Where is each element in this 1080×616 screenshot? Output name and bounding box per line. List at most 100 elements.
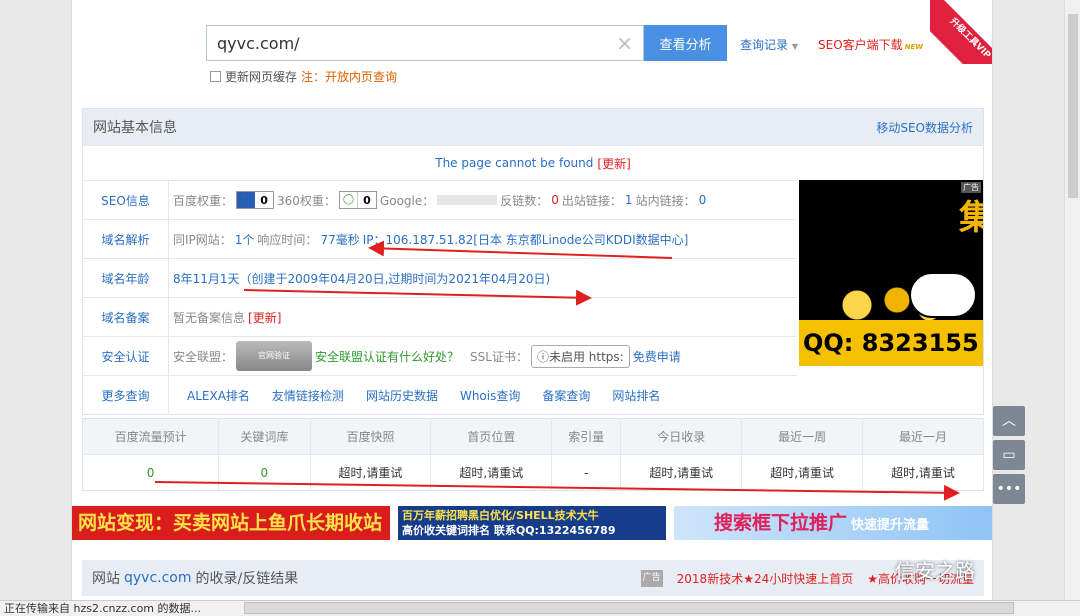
baidu-rank-badge[interactable]: 🐾 0 bbox=[236, 191, 275, 209]
domain-age-value: 8年11月1天（创建于2009年04月20日,过期时间为2021年04月20日) bbox=[173, 271, 551, 286]
more-icon[interactable]: ••• bbox=[993, 474, 1025, 504]
cache-label: 更新网页缓存 bbox=[225, 70, 298, 84]
info-rows: SEO信息 百度权重： 🐾 0 360权重： ◯ 0 Google： 反链数： 0 … bbox=[83, 180, 983, 414]
icp-refresh-link[interactable]: [更新] bbox=[248, 309, 281, 326]
dns-row: 域名解析 同IP网站： 1个 响应时间： 77毫秒 IP：106.187.51.… bbox=[83, 219, 797, 258]
horizontal-scrollbar[interactable] bbox=[244, 602, 1014, 614]
baidu-weight-label: 百度权重： bbox=[173, 193, 234, 208]
analyze-button[interactable]: 查看分析 bbox=[644, 25, 727, 61]
w360-label: 360权重： bbox=[277, 193, 336, 208]
history-link[interactable]: 查询记录 ▼ bbox=[740, 36, 798, 53]
alliance-question-link[interactable]: 安全联盟认证有什么好处？ bbox=[315, 348, 459, 365]
ad-qq: QQ: 8323155 bbox=[799, 320, 983, 366]
stats-value: 超时,请重试 bbox=[862, 454, 984, 491]
inlinks-label: 站内链接： bbox=[635, 193, 696, 208]
stats-header: 百度流量预计 bbox=[82, 418, 220, 455]
seo-info-label[interactable]: SEO信息 bbox=[83, 181, 169, 219]
shield-badge[interactable]: 官网验证 bbox=[236, 341, 313, 371]
ssl-apply-link[interactable]: 免费申请 bbox=[633, 348, 681, 365]
history-label: 查询记录 bbox=[740, 38, 789, 52]
security-values: 安全联盟： 官网验证 安全联盟认证有什么好处？ SSL证书： ⓘ未启用 http… bbox=[169, 341, 681, 371]
w360-rank-value: 0 bbox=[363, 193, 371, 207]
vip-ribbon[interactable]: 升级工具VIP bbox=[930, 0, 992, 64]
backlinks-value[interactable]: 0 bbox=[551, 193, 559, 207]
security-label[interactable]: 安全认证 bbox=[83, 337, 169, 375]
refresh-link[interactable]: [更新] bbox=[597, 155, 630, 172]
vip-label: 升级工具VIP bbox=[930, 0, 992, 64]
client-label: SEO客户端下载 bbox=[818, 38, 903, 52]
search-input[interactable] bbox=[207, 26, 607, 60]
results-prefix: 网站 bbox=[92, 571, 120, 587]
banner-ad-2[interactable]: 百万年薪招聘黑白优化/SHELL技术大牛 高价收关键词排名 联系QQ:13224… bbox=[398, 506, 666, 540]
results-suffix: 的收录/反链结果 bbox=[195, 571, 299, 587]
alliance-label: 安全联盟： bbox=[173, 349, 234, 364]
banner-ad-1[interactable]: 网站变现：买卖网站上鱼爪长期收站 bbox=[72, 506, 390, 540]
stats-header-row: 百度流量预计 关键词库 百度快照 首页位置 索引量 今日收录 最近一周 最近一月 bbox=[82, 418, 984, 455]
icp-query-link[interactable]: 备案查询 bbox=[542, 387, 590, 404]
alexa-link[interactable]: ALEXA排名 bbox=[187, 387, 250, 404]
chevron-down-icon: ▼ bbox=[791, 42, 798, 51]
results-domain-link[interactable]: qyvc.com bbox=[124, 570, 192, 586]
ssl-label: SSL证书： bbox=[470, 349, 528, 364]
same-ip-label: 同IP网站： bbox=[173, 232, 232, 247]
stats-header: 索引量 bbox=[551, 418, 622, 455]
banner-ad-3-title: 搜索框下拉推广 bbox=[714, 512, 848, 534]
stats-value[interactable]: 0 bbox=[82, 454, 220, 491]
more-queries-links: ALEXA排名 友情链接检测 网站历史数据 Whois查询 备案查询 网站排名 bbox=[169, 387, 660, 404]
same-ip-value[interactable]: 1个 bbox=[235, 231, 255, 248]
cache-checkbox[interactable] bbox=[210, 71, 221, 82]
seo-client-download-link[interactable]: SEO客户端下载 NEW bbox=[818, 36, 923, 53]
domain-age-label[interactable]: 域名年龄 bbox=[83, 259, 169, 297]
banner-ad-2-line1: 百万年薪招聘黑白优化/SHELL技术大牛 bbox=[402, 509, 599, 522]
search-box[interactable]: × bbox=[206, 25, 644, 61]
baidu-rank-value: 0 bbox=[260, 193, 268, 207]
ip-value[interactable]: IP：106.187.51.82[日本 东京都Linode公司KDDI数据中心] bbox=[363, 231, 689, 248]
whois-link[interactable]: Whois查询 bbox=[460, 387, 520, 404]
stats-header: 首页位置 bbox=[430, 418, 553, 455]
vertical-scrollbar[interactable] bbox=[1064, 0, 1080, 600]
stats-header: 最近一月 bbox=[862, 418, 984, 455]
backlinks-label: 反链数： bbox=[500, 193, 549, 208]
cache-row: 更新网页缓存 注：开放内页查询 bbox=[210, 68, 397, 85]
status-text: 正在传输来自 hzs2.cnzz.com 的数据... bbox=[4, 602, 202, 615]
chevron-up-icon[interactable]: ︿ bbox=[993, 406, 1025, 436]
stats-value: 超时,请重试 bbox=[310, 454, 432, 491]
banner-ad-2-line2: 高价收关键词排名 联系QQ:1322456789 bbox=[402, 524, 616, 537]
ad-tag: 广告 bbox=[640, 569, 663, 587]
stats-value: - bbox=[551, 454, 622, 491]
dns-label[interactable]: 域名解析 bbox=[83, 220, 169, 258]
text-ad-1[interactable]: 2018新技术★24小时快速上首页 bbox=[677, 570, 854, 587]
mobile-seo-link[interactable]: 移动SEO数据分析 bbox=[876, 119, 973, 136]
inlinks-value[interactable]: 0 bbox=[699, 193, 707, 207]
circle-icon: ◯ bbox=[339, 192, 358, 208]
w360-rank-badge[interactable]: ◯ 0 bbox=[338, 191, 377, 209]
right-ad[interactable]: 广告 集 QQ: 8323155 bbox=[799, 180, 983, 366]
watermark: 信安之路 bbox=[895, 559, 975, 583]
banner-ad-3-sub: 快速提升流量 bbox=[851, 518, 930, 533]
scroll-thumb[interactable] bbox=[1068, 14, 1078, 198]
site-rank-link[interactable]: 网站排名 bbox=[612, 387, 660, 404]
google-label: Google： bbox=[379, 193, 435, 208]
icp-value: 暂无备案信息 bbox=[173, 310, 246, 325]
stats-value: 超时,请重试 bbox=[741, 454, 864, 491]
results-header: 网站 qyvc.com 的收录/反链结果 广告 2018新技术★24小时快速上首… bbox=[82, 560, 984, 596]
icp-label[interactable]: 域名备案 bbox=[83, 298, 169, 336]
security-row: 安全认证 安全联盟： 官网验证 安全联盟认证有什么好处？ SSL证书： ⓘ未启用… bbox=[83, 336, 797, 375]
basic-info-panel: 网站基本信息 移动SEO数据分析 The page cannot be foun… bbox=[82, 108, 984, 415]
banner-ad-3[interactable]: 搜索框下拉推广 快速提升流量 bbox=[674, 506, 992, 540]
page-status-row: The page cannot be found [更新] bbox=[83, 145, 983, 180]
response-time-label: 响应时间： bbox=[257, 232, 318, 247]
comment-icon[interactable]: ▭ bbox=[993, 440, 1025, 470]
friend-link-check-link[interactable]: 友情链接检测 bbox=[272, 387, 344, 404]
outlinks-value[interactable]: 1 bbox=[625, 193, 633, 207]
more-queries-row: 更多查询 ALEXA排名 友情链接检测 网站历史数据 Whois查询 备案查询 … bbox=[83, 375, 797, 414]
site-history-link[interactable]: 网站历史数据 bbox=[366, 387, 438, 404]
more-queries-label[interactable]: 更多查询 bbox=[83, 376, 169, 414]
page-status-text: The page cannot be found bbox=[435, 156, 594, 170]
domain-age-values: 8年11月1天（创建于2009年04月20日,过期时间为2021年04月20日) bbox=[169, 270, 550, 287]
stats-header: 关键词库 bbox=[218, 418, 311, 455]
close-icon[interactable]: × bbox=[616, 31, 633, 55]
stats-header: 今日收录 bbox=[620, 418, 743, 455]
stats-value[interactable]: 0 bbox=[218, 454, 311, 491]
ssl-status: ⓘ未启用 https: bbox=[530, 344, 630, 368]
